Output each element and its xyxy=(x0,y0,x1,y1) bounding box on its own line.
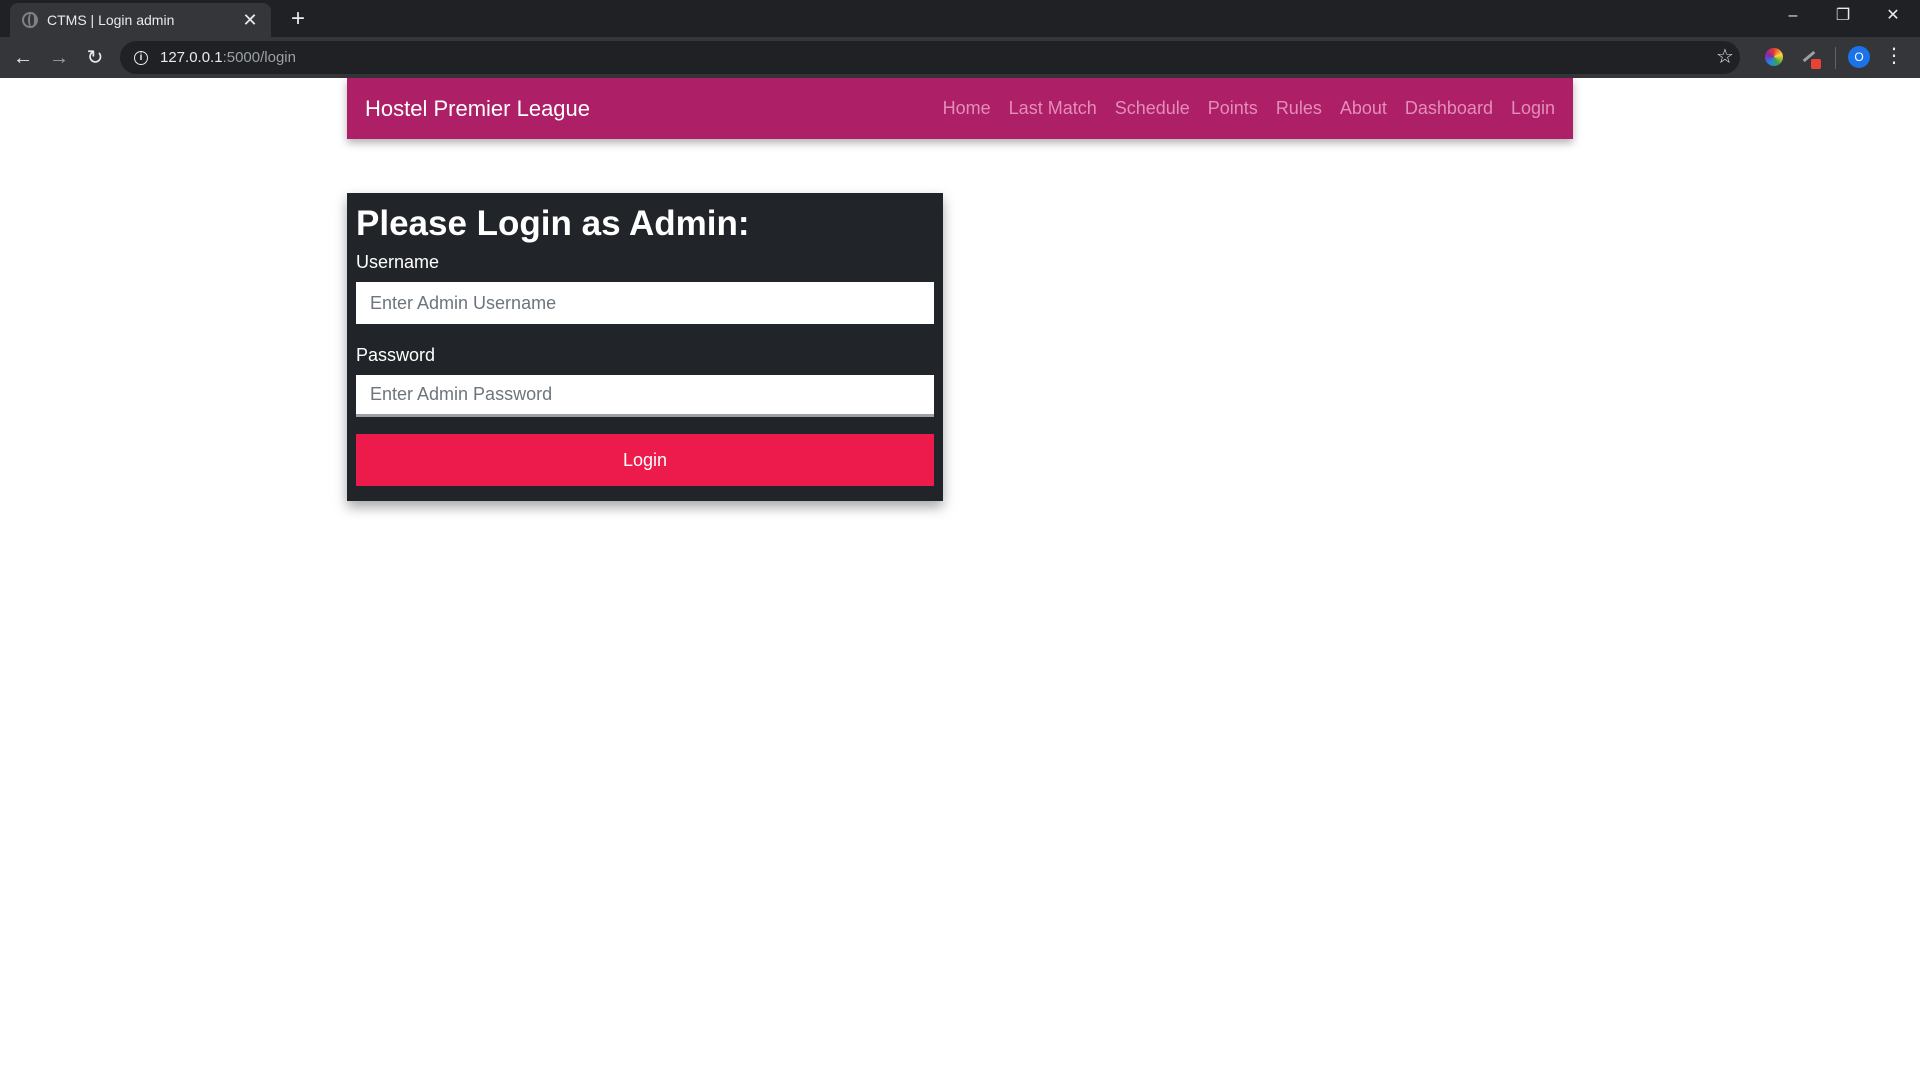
bookmark-star-icon[interactable]: ☆ xyxy=(1716,44,1734,69)
login-heading: Please Login as Admin: xyxy=(356,204,750,243)
window-close-icon[interactable]: ✕ xyxy=(1868,0,1918,34)
site-navbar: Hostel Premier League Home Last Match Sc… xyxy=(347,78,1573,139)
tab-close-icon[interactable]: ✕ xyxy=(241,10,259,31)
browser-tab-bar: CTMS | Login admin ✕ + – ❐ ✕ xyxy=(0,0,1920,37)
back-icon[interactable]: ← xyxy=(8,43,38,73)
color-picker-extension-icon[interactable] xyxy=(1765,48,1783,66)
nav-link-home[interactable]: Home xyxy=(943,98,991,119)
username-input[interactable] xyxy=(356,282,934,324)
globe-icon xyxy=(22,12,38,28)
nav-links: Home Last Match Schedule Points Rules Ab… xyxy=(925,98,1555,119)
minimize-icon[interactable]: – xyxy=(1768,0,1818,34)
password-label: Password xyxy=(356,345,436,365)
new-tab-icon[interactable]: + xyxy=(286,5,310,33)
nav-link-dashboard[interactable]: Dashboard xyxy=(1405,98,1493,119)
password-input[interactable] xyxy=(356,375,934,417)
reload-icon[interactable]: ↻ xyxy=(80,43,110,73)
record-badge-icon xyxy=(1811,59,1821,69)
forward-icon[interactable]: → xyxy=(44,43,74,73)
restore-icon[interactable]: ❐ xyxy=(1818,0,1868,34)
tab-title: CTMS | Login admin xyxy=(47,12,175,28)
profile-avatar[interactable]: O xyxy=(1848,46,1870,68)
nav-link-points[interactable]: Points xyxy=(1208,98,1258,119)
browser-menu-icon[interactable]: ⋮ xyxy=(1884,43,1904,68)
browser-tab[interactable]: CTMS | Login admin ✕ xyxy=(10,3,271,37)
nav-link-schedule[interactable]: Schedule xyxy=(1115,98,1190,119)
nav-link-last-match[interactable]: Last Match xyxy=(1009,98,1097,119)
pen-extension-icon[interactable] xyxy=(1800,48,1821,69)
nav-link-about[interactable]: About xyxy=(1340,98,1387,119)
page-content: Hostel Premier League Home Last Match Sc… xyxy=(0,78,1920,1080)
username-label: Username xyxy=(356,252,440,272)
url-host: 127.0.0.1 xyxy=(160,49,223,66)
address-bar[interactable]: i 127.0.0.1 :5000/login xyxy=(120,41,1740,74)
site-brand[interactable]: Hostel Premier League xyxy=(365,96,925,122)
url-path: :5000/login xyxy=(222,49,296,66)
nav-link-rules[interactable]: Rules xyxy=(1276,98,1322,119)
browser-toolbar: ← → ↻ i 127.0.0.1 :5000/login ☆ O ⋮ xyxy=(0,37,1920,78)
toolbar-divider xyxy=(1835,47,1836,69)
login-card: Please Login as Admin: Username Password… xyxy=(347,193,943,501)
nav-link-login[interactable]: Login xyxy=(1511,98,1555,119)
login-button[interactable]: Login xyxy=(356,434,934,486)
info-icon[interactable]: i xyxy=(134,50,148,65)
